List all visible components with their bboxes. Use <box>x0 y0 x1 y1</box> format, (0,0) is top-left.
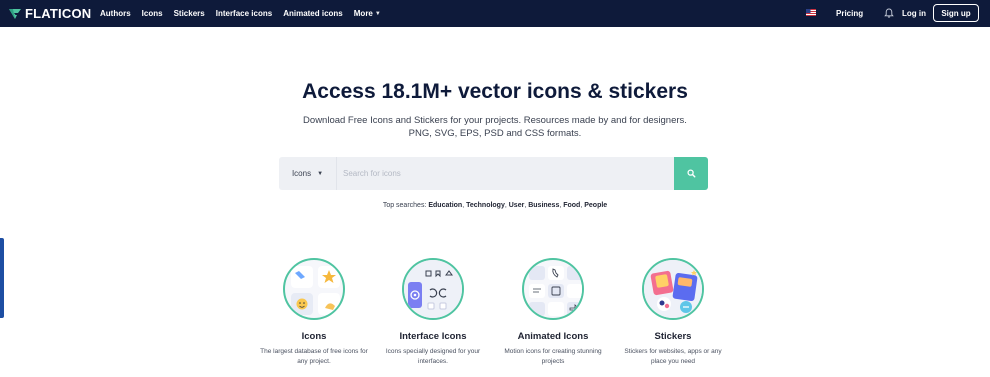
category-title: Icons <box>301 331 327 342</box>
category-title: Animated Icons <box>517 331 589 342</box>
category-stickers[interactable]: Stickers Stickers for websites, apps or … <box>613 258 733 367</box>
animated-icons-illustration-icon <box>522 258 584 320</box>
category-description: Stickers for websites, apps or any place… <box>624 348 722 365</box>
search-button[interactable] <box>674 157 708 190</box>
interface-icons-illustration-icon <box>402 258 464 320</box>
category-description: Icons specially designed for your interf… <box>385 348 481 365</box>
search-input[interactable] <box>337 157 674 190</box>
signup-button[interactable]: Sign up <box>933 4 979 22</box>
nav-icons[interactable]: Icons <box>142 9 163 18</box>
login-link[interactable]: Log in <box>902 9 926 18</box>
hero-subtitle: Download Free Icons and Stickers for you… <box>0 114 990 140</box>
nav-authors[interactable]: Authors <box>100 9 131 18</box>
top-search-people[interactable]: People <box>584 202 607 209</box>
nav-stickers[interactable]: Stickers <box>174 9 205 18</box>
search-icon <box>686 169 695 178</box>
icons-illustration-icon <box>283 258 345 320</box>
search-category-label: Icons <box>291 169 312 178</box>
search-category-select[interactable]: Icons ▼ <box>279 157 337 190</box>
chevron-down-icon: ▼ <box>374 10 381 17</box>
top-searches-label: Top searches: <box>382 202 427 209</box>
logo-text: FLATICON <box>25 6 92 21</box>
search-bar: Icons ▼ <box>279 157 708 190</box>
side-feedback-tab[interactable] <box>0 238 4 318</box>
stickers-illustration-icon <box>642 258 704 320</box>
flaticon-logo-icon <box>9 8 21 19</box>
category-icons[interactable]: Icons The largest database of free icons… <box>254 258 374 367</box>
category-description: The largest database of free icons for a… <box>260 348 368 365</box>
category-title: Interface Icons <box>399 331 467 342</box>
flaticon-logo[interactable]: FLATICON <box>8 6 91 21</box>
caret-down-icon: ▼ <box>317 170 324 177</box>
main-nav: Authors Icons Stickers Interface icons A… <box>100 0 392 27</box>
nav-more-label: More <box>353 9 373 18</box>
nav-more[interactable]: More ▼ <box>354 9 381 18</box>
top-search-education[interactable]: Education <box>428 202 462 209</box>
nav-interface-icons[interactable]: Interface icons <box>216 9 272 18</box>
hero-subtitle-line-1: Download Free Icons and Stickers for you… <box>303 115 687 126</box>
top-navbar: FLATICON Authors Icons Stickers Interfac… <box>0 0 990 27</box>
top-searches: Top searches: Education, Technology, Use… <box>382 202 608 209</box>
top-search-food[interactable]: Food <box>563 202 580 209</box>
top-search-user[interactable]: User <box>509 202 525 209</box>
category-interface-icons[interactable]: Interface Icons Icons specially designed… <box>373 258 493 367</box>
hero-title: Access 18.1M+ vector icons & stickers <box>302 80 688 103</box>
category-animated-icons[interactable]: Animated Icons Motion icons for creating… <box>493 258 613 367</box>
nav-animated-icons[interactable]: Animated icons <box>283 9 343 18</box>
pricing-link[interactable]: Pricing <box>836 9 863 18</box>
bell-icon[interactable] <box>884 8 894 18</box>
category-description: Motion icons for creating stunning proje… <box>504 348 602 365</box>
us-flag-icon[interactable] <box>806 9 816 16</box>
category-title: Stickers <box>654 331 692 342</box>
hero-subtitle-line-2: PNG, SVG, EPS, PSD and CSS formats. <box>408 128 582 139</box>
top-search-business[interactable]: Business <box>528 202 559 209</box>
top-search-technology[interactable]: Technology <box>466 202 505 209</box>
